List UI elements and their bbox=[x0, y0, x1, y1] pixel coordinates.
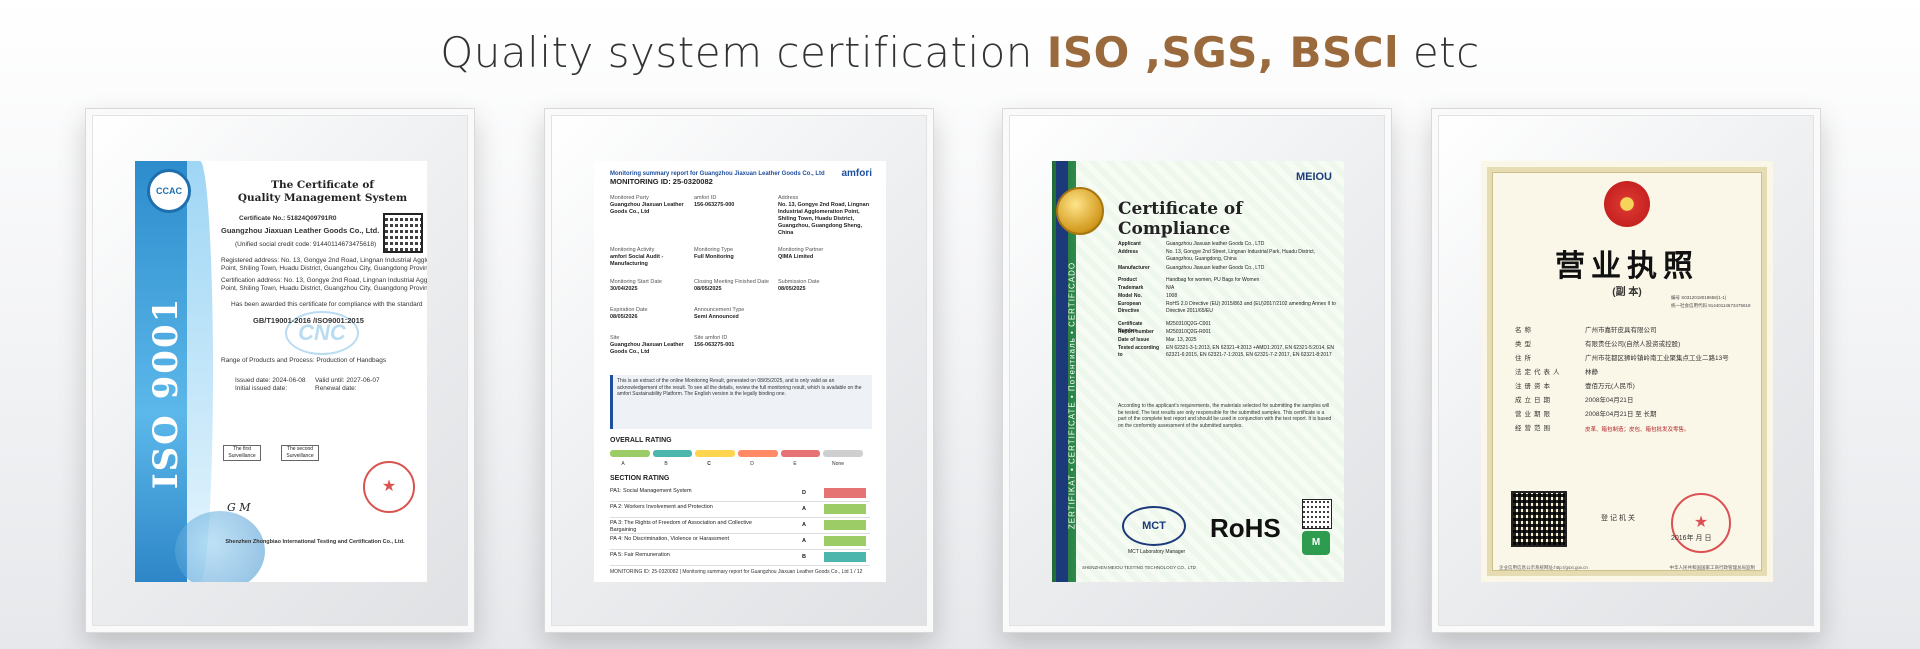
section-row: PA1: Social Management System D bbox=[610, 487, 870, 502]
overall-rating-heading: OVERALL RATING bbox=[610, 437, 672, 444]
rating-d bbox=[738, 450, 778, 457]
headline-suffix: etc bbox=[1412, 28, 1480, 77]
amfori-field: Monitoring Partner QIMA Limited bbox=[778, 247, 824, 260]
amfori-field: Monitoring Activity amfori Social Audit -… bbox=[610, 247, 664, 267]
iso-renewal-date: Renewal date: bbox=[315, 385, 357, 392]
amfori-monitoring-id: MONITORING ID: 25-0320082 bbox=[610, 177, 713, 186]
rohs-mark: RoHS bbox=[1210, 513, 1281, 543]
iso-title: The Certificate of Quality Management Sy… bbox=[225, 179, 420, 205]
amfori-report: Monitoring summary report for Guangzhou … bbox=[594, 161, 886, 582]
rohs-title: Certificate of Compliance bbox=[1118, 199, 1243, 239]
iso-title-line-1: The Certificate of bbox=[271, 179, 374, 191]
ccac-seal-icon: CCAC bbox=[147, 169, 191, 213]
rohs-manager: MCT Laboratory Manager bbox=[1128, 549, 1186, 555]
iso-company: Guangzhou Jiaxuan Leather Goods Co., Ltd… bbox=[221, 226, 380, 235]
license-serial: 编号 S0312018019658(1-1) bbox=[1671, 295, 1727, 300]
amfori-notice: This is an extract of the online Monitor… bbox=[610, 375, 872, 429]
amfori-field: Monitoring Type Full Monitoring bbox=[694, 247, 734, 260]
iso-credit-code: (Unified social credit code: 91440114673… bbox=[235, 241, 377, 248]
amfori-field: amfori ID 156-063275-000 bbox=[694, 195, 735, 208]
license-footer-right: 中华人民共和国国家工商行政管理总局监制 bbox=[1669, 565, 1756, 570]
amfori-field: Address No. 13, Gongye 2nd Road, Lingnan … bbox=[778, 195, 870, 236]
license-title: 营业执照 bbox=[1555, 250, 1699, 283]
certificate-frame-amfori: Monitoring summary report for Guangzhou … bbox=[544, 108, 934, 633]
iso-range: Range of Products and Process: Productio… bbox=[221, 357, 387, 364]
iso-reg-address-1: Registered address: No. 13, Gongye 2nd R… bbox=[221, 257, 427, 264]
rohs-footer-org: SHENZHEN MEIOU TESTING TECHNOLOGY CO., L… bbox=[1082, 565, 1196, 570]
amfori-footer: MONITORING ID: 25-0320082 | Monitoring s… bbox=[610, 569, 863, 575]
iso-title-line-2: Quality Management System bbox=[237, 192, 408, 204]
rohs-paragraph: According to the applicant's requirement… bbox=[1118, 403, 1332, 429]
certificate-frame-iso: CCAC ISO 9001 The Certificate of Quality… bbox=[85, 108, 475, 633]
section-row: PA 4: No Discrimination, Violence or Har… bbox=[610, 535, 870, 550]
section-row: PA 5: Fair Remuneration B bbox=[610, 551, 870, 566]
qr-code-icon bbox=[1302, 499, 1332, 529]
red-seal-icon: ★ bbox=[363, 461, 415, 513]
rating-b bbox=[652, 450, 693, 457]
amfori-field: Monitored Party Guangzhou Jiaxuan Leather… bbox=[610, 195, 684, 215]
iso-vertical-text: ISO 9001 bbox=[146, 296, 186, 490]
scale-label: B bbox=[664, 461, 668, 467]
qr-code-icon bbox=[1511, 491, 1567, 547]
section-row: PA 2: Workers Involvement and Protection… bbox=[610, 503, 870, 518]
section-rating-heading: SECTION RATING bbox=[610, 475, 670, 482]
rating-scale bbox=[610, 450, 866, 457]
iso-standard: GB/T19001-2016 /ISO9001:2015 bbox=[253, 316, 364, 325]
iso-cert-no: Certificate No.: 51824Q09791R0 bbox=[239, 215, 337, 222]
certificate-frame-license: 营业执照 (副 本) 编号 S0312018019658(1-1) 统一社会信用… bbox=[1431, 108, 1821, 633]
iso-cert-address-2: Point, Shiling Town, Huadu District, Gua… bbox=[221, 285, 427, 292]
scale-label-current: C bbox=[707, 461, 711, 467]
license-scope: 皮革、箱包制造；皮包、箱包批发及零售。 bbox=[1585, 427, 1690, 433]
national-emblem-icon bbox=[1604, 181, 1650, 227]
rating-a bbox=[610, 450, 650, 457]
business-license: 营业执照 (副 本) 编号 S0312018019658(1-1) 统一社会信用… bbox=[1481, 161, 1773, 582]
iso-valid-until: Valid until: 2027-06-07 bbox=[315, 377, 380, 384]
iso-certificate: CCAC ISO 9001 The Certificate of Quality… bbox=[135, 161, 427, 582]
license-credit-code: 统一社会信用代码 91440114673475618 bbox=[1671, 303, 1751, 308]
scale-label: A bbox=[621, 461, 625, 467]
iso-reg-address-2: Point, Shiling Town, Huadu District, Gua… bbox=[221, 265, 427, 272]
iso-initial-date: Initial issued date: bbox=[235, 385, 288, 392]
headline-prefix: Quality system certification bbox=[440, 28, 1033, 77]
surveillance-box-1: The first Surveillance bbox=[223, 445, 261, 461]
red-seal-icon: ★ bbox=[1671, 493, 1731, 553]
qr-code-icon bbox=[383, 213, 423, 253]
rating-c bbox=[695, 450, 736, 457]
meiou-logo: MEIOU bbox=[1295, 171, 1332, 183]
rohs-vertical-text: ZERTIFIKAT • CERTIFICATE • Потентиаль • … bbox=[1067, 261, 1077, 530]
license-copy-label: (副 本) bbox=[1612, 287, 1642, 298]
certificate-frame-rohs: ZERTIFIKAT • CERTIFICATE • Потентиаль • … bbox=[1002, 108, 1392, 633]
license-footer-left: 企业信用信息公示系统网址:http://gsxt.gov.cn bbox=[1499, 565, 1588, 570]
amfori-field: Expiration Date 08/05/2026 bbox=[610, 307, 648, 320]
section-row: PA 3: The Rights of Freedom of Associati… bbox=[610, 519, 870, 534]
rating-e bbox=[780, 450, 821, 457]
globe-graphic bbox=[175, 511, 265, 582]
license-registrar: 登记机关 bbox=[1601, 515, 1637, 522]
iso-signature: G M bbox=[227, 501, 251, 514]
headline-brands: ISO ,SGS, BSCl bbox=[1046, 28, 1399, 77]
amfori-field: Announcement Type Semi Announced bbox=[694, 307, 745, 320]
rohs-certificate: ZERTIFIKAT • CERTIFICATE • Потентиаль • … bbox=[1052, 161, 1344, 582]
amfori-field: Site amfori ID 156-063275-001 bbox=[694, 335, 735, 348]
mct-logo: MCT bbox=[1122, 506, 1186, 546]
scale-label: None bbox=[832, 461, 844, 467]
iso-cert-address-1: Certification address: No. 13, Gongye 2n… bbox=[221, 277, 427, 284]
amfori-field: Submission Date 08/05/2025 bbox=[778, 279, 820, 292]
scale-label: E bbox=[793, 461, 797, 467]
gold-medal-icon bbox=[1056, 187, 1104, 235]
surveillance-box-2: The second Surveillance bbox=[281, 445, 319, 461]
iso-awarded-text: Has been awarded this certificate for co… bbox=[231, 301, 423, 308]
amfori-brand-logo: amfori bbox=[841, 168, 872, 179]
amfori-field: Closing Meeting Finished Date 08/05/2025 bbox=[694, 279, 769, 292]
iso-footer-org: Shenzhen Zhongbiao International Testing… bbox=[225, 539, 405, 545]
amfori-field: Site Guangzhou Jiaxuan Leather Goods Co.,… bbox=[610, 335, 684, 355]
iso-issued-date: Issued date: 2024-06-08 bbox=[235, 377, 306, 384]
license-issue-date: 2016年 月 日 bbox=[1671, 535, 1712, 542]
scale-label: D bbox=[750, 461, 754, 467]
meiou-green-icon: M bbox=[1302, 531, 1330, 555]
rating-none bbox=[823, 450, 864, 457]
amfori-field: Monitoring Start Date 30/04/2025 bbox=[610, 279, 662, 292]
page-headline: Quality system certification ISO ,SGS, B… bbox=[0, 28, 1920, 77]
